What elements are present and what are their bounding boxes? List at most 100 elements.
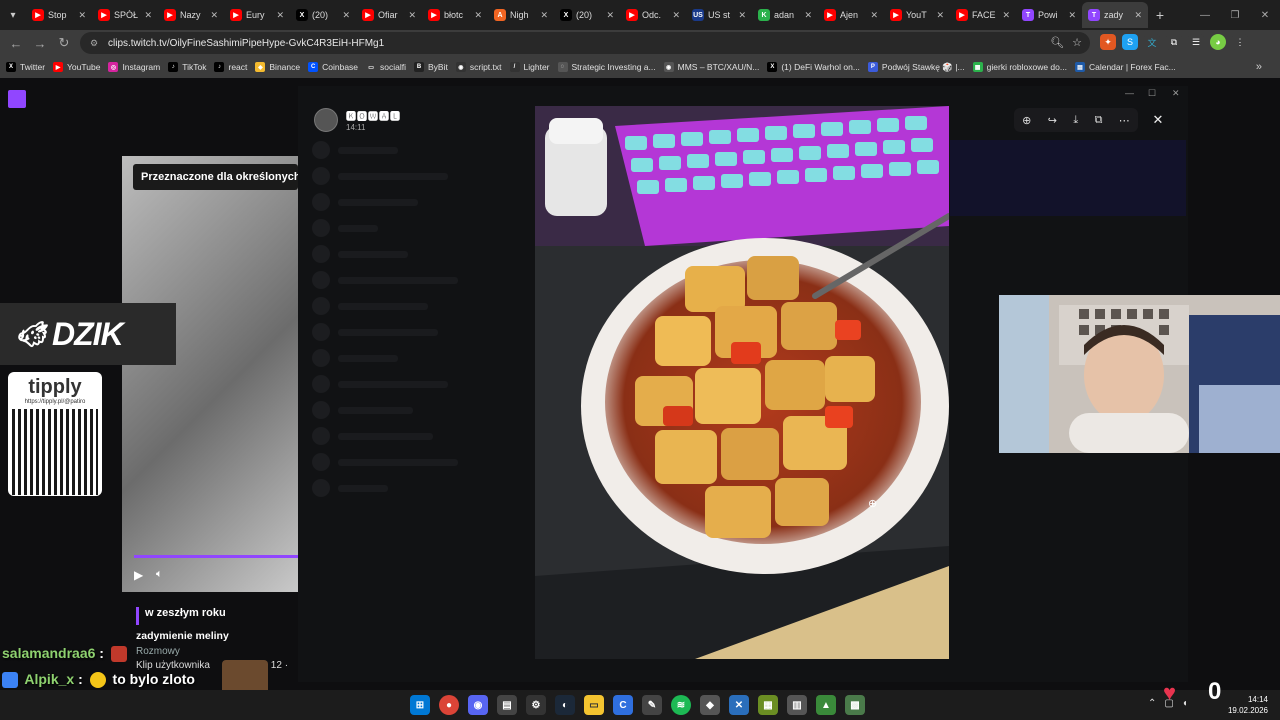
tab-close-icon[interactable]: ✕ — [804, 10, 812, 21]
chat-username[interactable]: salamandraa6 — [2, 645, 95, 661]
tab-close-icon[interactable]: ✕ — [1002, 10, 1010, 21]
extension-s-icon[interactable]: S — [1122, 34, 1138, 50]
tab-9[interactable]: ▶ Odc. ✕ — [620, 2, 686, 28]
browser-menu-icon[interactable]: ⋮ — [1232, 34, 1248, 50]
tab-close-icon[interactable]: ✕ — [870, 10, 878, 21]
start-icon[interactable]: ⊞ — [410, 695, 430, 715]
tab-close-icon[interactable]: ✕ — [738, 10, 746, 21]
bookmark-item[interactable]: ◉ script.txt — [455, 62, 502, 72]
tab-3[interactable]: ▶ Eury ✕ — [224, 2, 290, 28]
extension-translate-icon[interactable]: 文 — [1144, 34, 1160, 50]
extension-fox-icon[interactable]: ✦ — [1100, 34, 1116, 50]
profile-avatar[interactable]: ◕ — [1210, 34, 1226, 50]
tab-8[interactable]: X (20) ✕ — [554, 2, 620, 28]
app-icon[interactable]: ◆ — [700, 695, 720, 715]
settings-icon[interactable]: ⚙ — [526, 695, 546, 715]
app-minimize-icon[interactable]: — — [1125, 88, 1134, 98]
download-icon[interactable]: ⤓ — [1073, 114, 1078, 127]
tab-close-icon[interactable]: ✕ — [408, 10, 416, 21]
close-window-icon[interactable]: ✕ — [1250, 0, 1280, 30]
tab-2[interactable]: ▶ Nazy ✕ — [158, 2, 224, 28]
minecraft-icon[interactable]: ▩ — [845, 695, 865, 715]
tab-0[interactable]: ▶ Stop ✕ — [26, 2, 92, 28]
tab-14[interactable]: ▶ FACE ✕ — [950, 2, 1016, 28]
tab-search-icon[interactable]: ▾ — [0, 0, 26, 30]
tools-icon[interactable]: ✎ — [642, 695, 662, 715]
new-tab-button[interactable]: + — [1148, 7, 1172, 23]
tray-expand-icon[interactable]: ⌃ — [1148, 698, 1156, 709]
avatar[interactable] — [314, 108, 338, 132]
tab-close-icon[interactable]: ✕ — [144, 10, 152, 21]
forward-icon[interactable]: → — [28, 31, 52, 55]
tab-close-icon[interactable]: ✕ — [342, 10, 350, 21]
video-progress-bar[interactable] — [134, 555, 298, 558]
app-close-icon[interactable]: ✕ — [1172, 88, 1180, 99]
tab-16[interactable]: Tzady ✕ — [1082, 2, 1148, 28]
game-icon[interactable]: ▦ — [758, 695, 778, 715]
bookmark-item[interactable]: ♪ react — [214, 62, 247, 72]
shared-photo[interactable] — [535, 106, 949, 659]
minimize-icon[interactable]: — — [1190, 0, 1220, 30]
steam-icon[interactable]: ◐ — [555, 695, 575, 715]
bookmark-item[interactable]: B ByBit — [414, 62, 448, 72]
tab-close-icon[interactable]: ✕ — [936, 10, 944, 21]
tab-7[interactable]: A Nigh ✕ — [488, 2, 554, 28]
tab-4[interactable]: X (20) ✕ — [290, 2, 356, 28]
url-bar[interactable]: ⚙ clips.twitch.tv/OilyFineSashimiPipeHyp… — [80, 32, 1090, 54]
bookmark-item[interactable]: X (1) DeFi Warhol on... — [767, 62, 860, 72]
tab-close-icon[interactable]: ✕ — [540, 10, 548, 21]
notepad-icon[interactable]: ▤ — [497, 695, 517, 715]
extensions-puzzle-icon[interactable]: ⧉ — [1166, 34, 1182, 50]
clock[interactable]: 14:14 19.02.2026 — [1228, 694, 1268, 716]
clip-video[interactable] — [122, 156, 298, 592]
bookmark-item[interactable]: X Twitter — [6, 62, 45, 72]
close-viewer-icon[interactable]: ✕ — [1148, 110, 1168, 130]
app-maximize-icon[interactable]: ☐ — [1148, 88, 1156, 99]
bookmark-item[interactable]: ◌ Strategic Investing a... — [557, 62, 656, 72]
zoom-icon[interactable]: 🔍︎ — [1050, 36, 1064, 49]
chrome-icon[interactable]: ● — [439, 695, 459, 715]
chat-username[interactable]: Alpik_x — [24, 671, 74, 687]
more-icon[interactable]: ⋯ — [1119, 114, 1130, 127]
tab-1[interactable]: ▶ SPÓŁ ✕ — [92, 2, 158, 28]
tab-11[interactable]: Kadan ✕ — [752, 2, 818, 28]
tab-5[interactable]: ▶ Ofiar ✕ — [356, 2, 422, 28]
discord-icon[interactable]: ◉ — [468, 695, 488, 715]
volume-icon[interactable]: 🔈︎ — [156, 568, 163, 581]
play-icon[interactable]: ▶ — [134, 568, 143, 582]
twitch-logo-icon[interactable] — [8, 90, 26, 108]
bookmark-item[interactable]: C Coinbase — [308, 62, 358, 72]
tab-close-icon[interactable]: ✕ — [210, 10, 218, 21]
reading-list-icon[interactable]: ☰ — [1188, 34, 1204, 50]
share-icon[interactable]: ↪ — [1048, 114, 1057, 127]
tab-close-icon[interactable]: ✕ — [1134, 10, 1142, 21]
tab-6[interactable]: ▶ błotc ✕ — [422, 2, 488, 28]
bookmark-item[interactable]: ◆ Binance — [255, 62, 300, 72]
bookmark-item[interactable]: ▤ Calendar | Forex Fac... — [1074, 62, 1176, 72]
x-app-icon[interactable]: ✕ — [729, 695, 749, 715]
file-explorer-icon[interactable]: ▭ — [584, 695, 604, 715]
category-label[interactable]: Rozmowy — [136, 646, 180, 657]
bookmark-item[interactable]: ◎ Instagram — [108, 62, 160, 72]
tab-close-icon[interactable]: ✕ — [474, 10, 482, 21]
tab-close-icon[interactable]: ✕ — [276, 10, 284, 21]
site-info-icon[interactable]: ⚙ — [88, 37, 100, 49]
android-icon[interactable]: ▲ — [816, 695, 836, 715]
bookmark-item[interactable]: ▦ gierki robloxowe do... — [972, 62, 1067, 72]
spotify-icon[interactable]: ≋ — [671, 695, 691, 715]
reload-icon[interactable]: ↻ — [52, 31, 76, 55]
bookmark-item[interactable]: P Podwój Stawkę 🎲 |... — [867, 62, 965, 73]
bookmarks-overflow-icon[interactable]: » — [1256, 61, 1262, 73]
ccleaner-icon[interactable]: C — [613, 695, 633, 715]
back-icon[interactable]: ← — [4, 31, 28, 55]
bookmark-item[interactable]: ◉ MMS – BTC/XAU/N... — [663, 62, 759, 72]
bookmark-item[interactable]: ▭ socialfi — [366, 62, 406, 72]
bookmark-item[interactable]: ♪ TikTok — [168, 62, 206, 72]
tab-13[interactable]: ▶ YouT ✕ — [884, 2, 950, 28]
maximize-icon[interactable]: ❐ — [1220, 0, 1250, 30]
open-external-icon[interactable]: ⧉ — [1095, 114, 1103, 127]
bookmark-item[interactable]: ▶ YouTube — [53, 62, 100, 72]
tab-close-icon[interactable]: ✕ — [78, 10, 86, 21]
volume-tray-icon[interactable]: ◖ — [1182, 698, 1188, 709]
bookmark-item[interactable]: / Lighter — [509, 62, 550, 72]
